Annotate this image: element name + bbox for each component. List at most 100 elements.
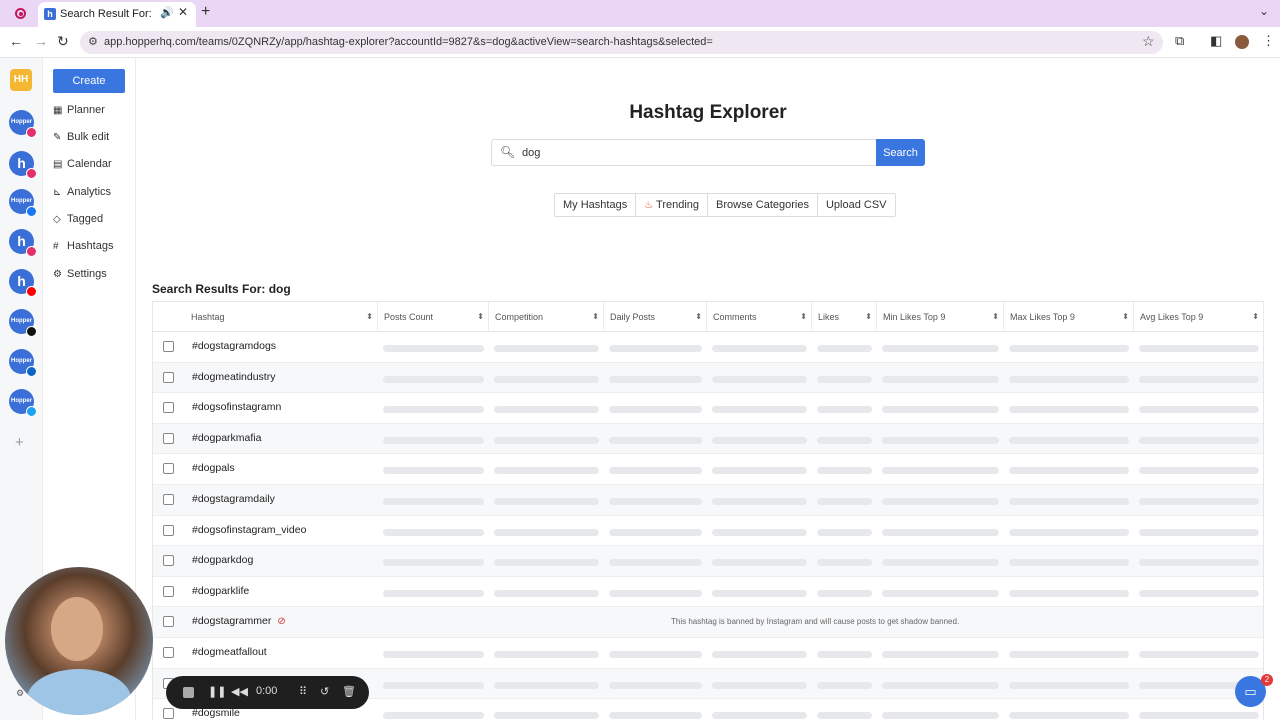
loading-skeleton: [383, 528, 484, 536]
sidebar-item-hashtags[interactable]: # Hashtags: [53, 240, 133, 260]
settings-small-icon[interactable]: ⚙: [16, 688, 24, 699]
bookmark-star-icon[interactable]: ☆: [1142, 33, 1155, 50]
sidebar-item-analytics[interactable]: ⊾ Analytics: [53, 186, 133, 206]
browser-tab[interactable]: h Search Result For: dog - h 🔊 ✕: [38, 2, 196, 27]
row-checkbox[interactable]: [163, 555, 174, 567]
table-row: #dogstagramdaily: [153, 484, 1263, 516]
row-checkbox[interactable]: [163, 524, 174, 536]
search-input[interactable]: [522, 144, 862, 162]
sidebar-item-planner[interactable]: ▦ Planner: [53, 104, 133, 124]
sidepanel-icon[interactable]: ◧: [1210, 33, 1222, 49]
loading-skeleton: [817, 436, 872, 444]
tab-browse-categories[interactable]: Browse Categories: [708, 194, 818, 216]
column-header[interactable]: Avg Likes Top 9 ⬍: [1134, 302, 1264, 332]
account-avatar[interactable]: h: [9, 151, 37, 179]
account-avatar[interactable]: Hopper: [9, 189, 37, 217]
hopper-logo[interactable]: HH: [10, 69, 32, 91]
new-tab-icon[interactable]: +: [201, 3, 210, 21]
forward-icon[interactable]: →: [34, 33, 48, 49]
row-checkbox[interactable]: [163, 341, 174, 352]
sort-icon[interactable]: ⬍: [865, 302, 872, 332]
back-icon[interactable]: ←: [9, 33, 23, 49]
sort-icon[interactable]: ⬍: [695, 302, 702, 332]
sidebar-item-calendar[interactable]: ▤ Calendar: [53, 158, 133, 178]
menu-dots-icon[interactable]: ⋮: [1262, 33, 1275, 49]
sort-icon[interactable]: ⬍: [992, 302, 999, 332]
sidebar-item-bulk-edit[interactable]: ✎ Bulk edit: [53, 131, 133, 151]
loading-skeleton: [609, 375, 702, 383]
sidebar-item-tagged[interactable]: ◇ Tagged: [53, 213, 133, 233]
account-avatar[interactable]: h: [9, 269, 37, 297]
tab-upload-csv[interactable]: Upload CSV: [818, 194, 895, 216]
omnibox[interactable]: ⚙ app.hopperhq.com/teams/0ZQNRZy/app/has…: [80, 31, 1163, 54]
account-avatar[interactable]: Hopper: [9, 309, 37, 337]
loading-skeleton: [712, 406, 807, 414]
stop-recording-icon[interactable]: [183, 687, 194, 698]
loading-skeleton: [817, 712, 872, 720]
row-checkbox[interactable]: [163, 646, 174, 658]
column-header[interactable]: Comments ⬍: [707, 302, 812, 332]
column-header[interactable]: Likes ⬍: [812, 302, 877, 332]
tab-trending[interactable]: ♨ Trending: [636, 194, 709, 216]
extensions-icon[interactable]: ⧉: [1175, 33, 1184, 49]
hashtag-label: #dogpals: [192, 462, 235, 475]
column-header[interactable]: Posts Count ⬍: [378, 302, 489, 332]
add-account-icon[interactable]: +: [15, 434, 24, 451]
site-settings-icon[interactable]: ⚙: [88, 35, 98, 48]
sidebar-item-settings[interactable]: ⚙ Settings: [53, 268, 133, 288]
speaker-icon[interactable]: 🔊: [160, 6, 174, 19]
pause-icon[interactable]: ❚❚: [208, 685, 226, 698]
loading-skeleton: [1009, 528, 1129, 536]
search-box[interactable]: 🔍︎: [491, 139, 877, 166]
column-header[interactable]: Competition ⬍: [489, 302, 604, 332]
row-checkbox[interactable]: [163, 585, 174, 597]
instagram-icon: [26, 168, 37, 179]
rewind-icon[interactable]: ◀◀: [231, 685, 248, 698]
column-header[interactable]: Daily Posts ⬍: [604, 302, 707, 332]
trash-icon[interactable]: 🗑: [342, 685, 356, 698]
account-avatar[interactable]: Hopper: [9, 349, 37, 377]
grid-handle-icon[interactable]: ⠿: [299, 685, 307, 698]
hashtag-label: #dogparkdog: [192, 554, 254, 567]
column-header[interactable]: Hashtag ⬍: [153, 302, 378, 332]
search-button[interactable]: Search: [876, 139, 925, 166]
sort-icon[interactable]: ⬍: [1122, 302, 1129, 332]
profile-avatar[interactable]: [1235, 35, 1249, 49]
webcam-face: [51, 597, 103, 661]
row-checkbox[interactable]: [163, 432, 174, 444]
loading-skeleton: [609, 436, 702, 444]
close-tab-icon[interactable]: ✕: [178, 5, 188, 19]
sort-icon[interactable]: ⬍: [800, 302, 807, 332]
account-avatar[interactable]: h: [9, 229, 37, 257]
instagram-icon: [26, 127, 37, 138]
sort-icon[interactable]: ⬍: [477, 302, 484, 332]
sort-icon[interactable]: ⬍: [1252, 302, 1259, 332]
restart-icon[interactable]: ↺: [320, 685, 329, 698]
loading-skeleton: [609, 589, 702, 597]
row-checkbox[interactable]: [163, 493, 174, 505]
row-checkbox[interactable]: [163, 402, 174, 414]
url-text[interactable]: app.hopperhq.com/teams/0ZQNRZy/app/hasht…: [104, 36, 713, 48]
column-header[interactable]: Min Likes Top 9 ⬍: [877, 302, 1004, 332]
loading-skeleton: [494, 497, 599, 505]
account-avatar-label: h: [17, 273, 26, 289]
row-checkbox[interactable]: [163, 371, 174, 383]
facebook-icon: [26, 206, 37, 217]
tag-icon: ◇: [53, 214, 61, 225]
sort-icon[interactable]: ⬍: [366, 302, 373, 332]
loading-skeleton: [817, 528, 872, 536]
account-avatar[interactable]: Hopper: [9, 110, 37, 138]
column-header[interactable]: Max Likes Top 9 ⬍: [1004, 302, 1134, 332]
account-avatar[interactable]: Hopper: [9, 389, 37, 417]
create-button[interactable]: Create: [53, 69, 125, 93]
instagram-icon: [26, 246, 37, 257]
loading-skeleton: [494, 712, 599, 720]
row-checkbox[interactable]: [163, 708, 174, 720]
loading-skeleton: [817, 467, 872, 475]
sort-icon[interactable]: ⬍: [592, 302, 599, 332]
row-checkbox[interactable]: [163, 616, 174, 628]
chevron-down-icon[interactable]: ⌄: [1259, 4, 1269, 18]
reload-icon[interactable]: ↻: [57, 33, 69, 50]
tab-my-hashtags[interactable]: My Hashtags: [555, 194, 637, 216]
row-checkbox[interactable]: [163, 463, 174, 475]
